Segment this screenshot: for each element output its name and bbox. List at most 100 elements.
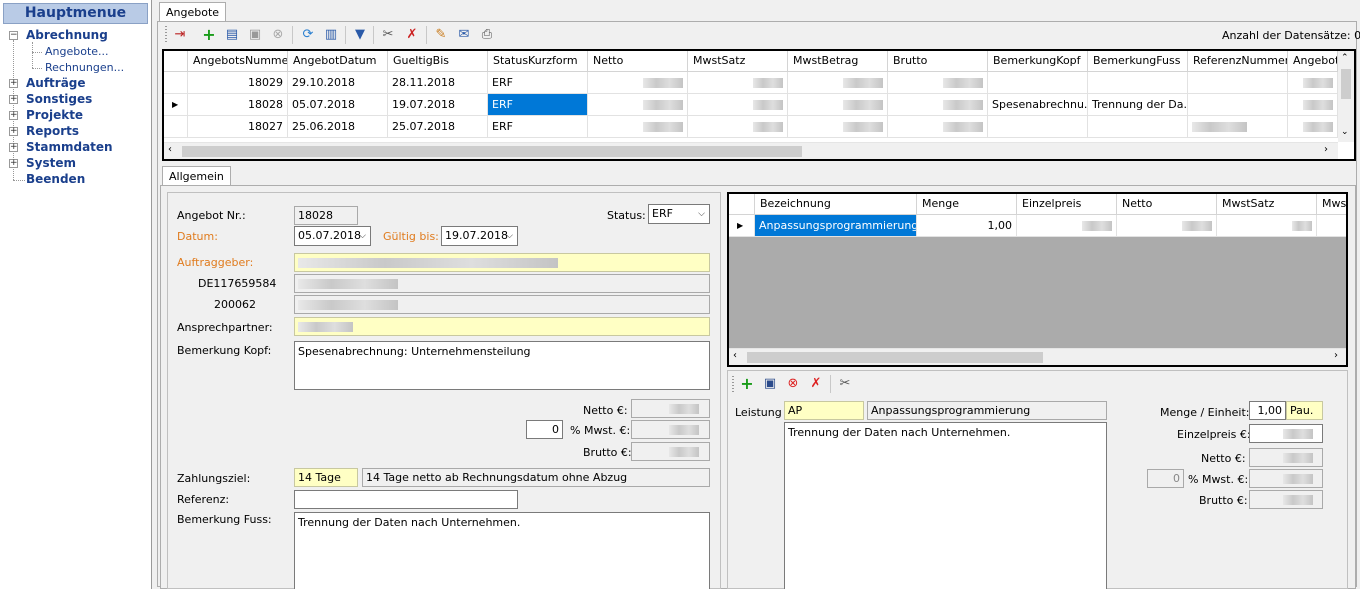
scroll-right-icon[interactable]: › xyxy=(1324,144,1328,155)
menu-item-sonstiges[interactable]: Sonstiges xyxy=(26,92,92,106)
save-icon[interactable]: ▣ xyxy=(247,27,263,43)
cell-status[interactable]: ERF xyxy=(488,116,588,138)
menu-item-projekte[interactable]: Projekte xyxy=(26,108,83,122)
cell-status[interactable]: ERF xyxy=(488,72,588,94)
positionen-grid[interactable]: Bezeichnung Menge Einzelpreis Netto Mwst… xyxy=(727,192,1348,367)
bem-kopf-textarea[interactable]: Spesenabrechnung: Unternehmensteilung xyxy=(294,341,710,390)
col-header[interactable]: Menge xyxy=(917,194,1017,215)
col-header[interactable]: AngebotDatum xyxy=(288,51,388,72)
col-header[interactable]: Brutto xyxy=(888,51,988,72)
scroll-right-icon[interactable]: › xyxy=(1334,350,1338,361)
col-header[interactable]: AngebotsNummer xyxy=(188,51,288,72)
cell-bis[interactable]: 19.07.2018 xyxy=(388,94,488,116)
tab-angebote[interactable]: Angebote xyxy=(159,2,227,22)
col-header[interactable]: Angebots xyxy=(1288,51,1338,72)
auftraggeber-field[interactable] xyxy=(294,253,710,272)
mwst-pct-field[interactable]: 0 xyxy=(526,420,563,439)
horizontal-scrollbar[interactable]: ‹ › xyxy=(729,348,1346,365)
scroll-thumb[interactable] xyxy=(182,146,802,157)
referenz-field[interactable] xyxy=(294,490,518,509)
menu-item-stammdaten[interactable]: Stammdaten xyxy=(26,140,113,154)
col-header[interactable]: Netto xyxy=(588,51,688,72)
scroll-thumb[interactable] xyxy=(747,352,1043,363)
cell-menge[interactable]: 1,00 xyxy=(917,215,1017,237)
col-header[interactable]: Einzelpreis xyxy=(1017,194,1117,215)
copy-icon[interactable]: ▤ xyxy=(224,27,240,43)
tools-icon[interactable]: ✂ xyxy=(380,27,396,43)
cell-netto[interactable] xyxy=(588,72,688,94)
cell-datum[interactable]: 25.06.2018 xyxy=(288,116,388,138)
exit-icon[interactable]: ⇥ xyxy=(172,27,188,43)
scroll-up-icon[interactable]: ⌃ xyxy=(1341,53,1349,63)
col-header[interactable]: Bezeichnung xyxy=(755,194,917,215)
scroll-down-icon[interactable]: ⌄ xyxy=(1341,127,1349,137)
cell-fuss[interactable] xyxy=(1088,116,1188,138)
col-header[interactable]: MwstSatz xyxy=(1217,194,1317,215)
refresh-icon[interactable]: ⟳ xyxy=(300,27,316,43)
menu-item-beenden[interactable]: Beenden xyxy=(26,172,85,186)
cell-kopf[interactable] xyxy=(988,72,1088,94)
vertical-scrollbar[interactable]: ⌃ ⌄ xyxy=(1338,51,1354,142)
mail-icon[interactable]: ✉ xyxy=(456,27,472,43)
edit-icon[interactable]: ✎ xyxy=(433,27,449,43)
cell-brutto[interactable] xyxy=(888,116,988,138)
zahlungsziel-field[interactable]: 14 Tage xyxy=(294,468,358,487)
datum-picker[interactable]: 05.07.2018 ⌵ xyxy=(294,226,371,246)
expand-toggle-icon[interactable]: + xyxy=(9,79,18,88)
einzelpreis-field[interactable] xyxy=(1249,424,1323,443)
delete-icon[interactable]: ✗ xyxy=(404,27,420,43)
cell-fuss[interactable] xyxy=(1088,72,1188,94)
col-header[interactable]: StatusKurzform xyxy=(488,51,588,72)
cell-datum[interactable]: 05.07.2018 xyxy=(288,94,388,116)
cell-nr[interactable]: 18028 xyxy=(188,94,288,116)
expand-toggle-icon[interactable]: + xyxy=(9,159,18,168)
menu-item-system[interactable]: System xyxy=(26,156,76,170)
cell-mwstsatz[interactable] xyxy=(688,94,788,116)
col-header[interactable]: BemerkungFuss xyxy=(1088,51,1188,72)
cell-brutto[interactable] xyxy=(888,94,988,116)
cell-bezeichnung[interactable]: Anpassungsprogrammierung xyxy=(755,215,917,237)
cell-netto[interactable] xyxy=(588,94,688,116)
row-header[interactable] xyxy=(164,72,188,94)
cell-angebots[interactable] xyxy=(1288,116,1338,138)
status-select[interactable]: ERF ⌵ xyxy=(648,204,710,224)
menu-item-angebote[interactable]: Angebote... xyxy=(45,45,109,58)
position-text-area[interactable]: Trennung der Daten nach Unternehmen. xyxy=(784,422,1107,589)
cell-mwst[interactable] xyxy=(1317,215,1346,237)
cell-mwstbetrag[interactable] xyxy=(788,116,888,138)
scroll-left-icon[interactable]: ‹ xyxy=(733,350,737,361)
cancel-position-icon[interactable]: ⊗ xyxy=(785,376,801,392)
collapse-toggle-icon[interactable]: − xyxy=(9,31,18,40)
menu-item-reports[interactable]: Reports xyxy=(26,124,79,138)
menu-item-rechnungen[interactable]: Rechnungen... xyxy=(45,61,124,74)
cell-mwstbetrag[interactable] xyxy=(788,72,888,94)
print-icon[interactable]: ⎙ xyxy=(479,27,495,43)
cell-mwstsatz[interactable] xyxy=(1217,215,1317,237)
expand-toggle-icon[interactable]: + xyxy=(9,143,18,152)
col-header[interactable]: GueltigBis xyxy=(388,51,488,72)
document-icon[interactable]: ▥ xyxy=(323,27,339,43)
cell-mwstsatz[interactable] xyxy=(688,116,788,138)
menu-item-auftraege[interactable]: Aufträge xyxy=(26,76,86,90)
col-header[interactable]: ReferenzNummer xyxy=(1188,51,1288,72)
delete-position-icon[interactable]: ✗ xyxy=(808,376,824,392)
cell-mwstbetrag[interactable] xyxy=(788,94,888,116)
scroll-thumb[interactable] xyxy=(1341,69,1351,99)
cell-netto[interactable] xyxy=(588,116,688,138)
cell-brutto[interactable] xyxy=(888,72,988,94)
col-header[interactable]: MwstSatz xyxy=(688,51,788,72)
col-header[interactable]: MwstBetrag xyxy=(788,51,888,72)
horizontal-scrollbar[interactable]: ‹ › xyxy=(164,142,1338,159)
cell-nr[interactable]: 18029 xyxy=(188,72,288,94)
gueltig-picker[interactable]: 19.07.2018 ⌵ xyxy=(441,226,518,246)
col-header[interactable]: BemerkungKopf xyxy=(988,51,1088,72)
scroll-left-icon[interactable]: ‹ xyxy=(168,144,172,155)
cell-nr[interactable]: 18027 xyxy=(188,116,288,138)
cell-bis[interactable]: 25.07.2018 xyxy=(388,116,488,138)
expand-toggle-icon[interactable]: + xyxy=(9,95,18,104)
cell-einzelpreis[interactable] xyxy=(1017,215,1117,237)
cancel-icon[interactable]: ⊗ xyxy=(270,27,286,43)
cell-datum[interactable]: 29.10.2018 xyxy=(288,72,388,94)
menu-item-abrechnung[interactable]: Abrechnung xyxy=(26,28,108,42)
cell-angebots[interactable] xyxy=(1288,94,1338,116)
